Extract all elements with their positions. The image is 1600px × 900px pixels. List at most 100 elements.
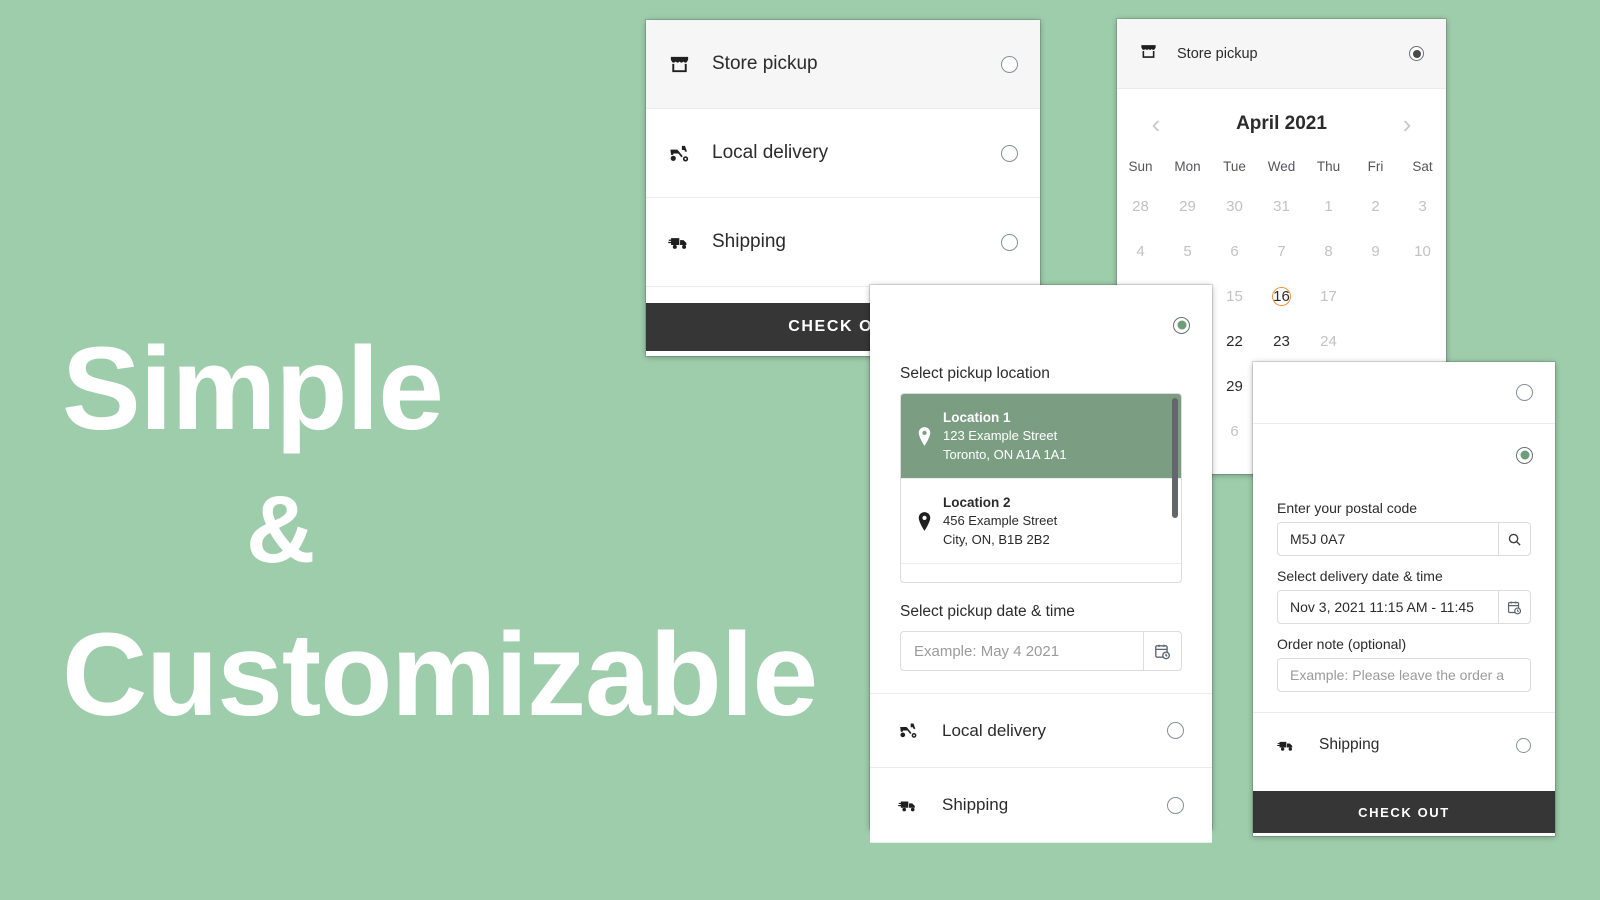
order-note-input[interactable]: Example: Please leave the order a — [1277, 658, 1531, 692]
calendar-day-cell[interactable]: 10 — [1399, 229, 1446, 274]
calendar-day-label: 17 — [1320, 287, 1337, 305]
option-radio[interactable] — [1516, 737, 1531, 753]
calendar-day-cell[interactable]: 29 — [1211, 364, 1258, 409]
calendar-day-cell[interactable]: 2 — [1352, 184, 1399, 229]
chevron-right-icon[interactable]: › — [1394, 111, 1420, 137]
option-row-store-pickup-selected[interactable]: Store pickup — [1117, 19, 1446, 89]
checkout-button[interactable]: CHECK OUT — [1253, 791, 1555, 833]
option-radio[interactable] — [1001, 233, 1018, 251]
pickup-location-list[interactable]: Location 1 123 Example Street Toronto, O… — [900, 393, 1182, 583]
delivery-datetime-value[interactable]: Nov 3, 2021 11:15 AM - 11:45 — [1278, 591, 1498, 623]
option-radio[interactable] — [1001, 144, 1018, 162]
location-street: 456 Example Street — [943, 513, 1058, 529]
option-label: Shipping — [712, 231, 786, 252]
calendar-weekday: Thu — [1316, 159, 1341, 174]
location-city: City, ON, B1B 2B2 — [943, 531, 1050, 547]
delivery-form: Enter your postal code M5J 0A7 Select de… — [1253, 486, 1555, 712]
calendar-day-cell[interactable]: 1 — [1305, 184, 1352, 229]
storefront-icon — [1139, 42, 1165, 66]
calendar-day-cell[interactable]: 6 — [1211, 229, 1258, 274]
option-row-store-pickup[interactable]: Store pickup — [646, 20, 1040, 109]
pickup-datetime-input[interactable]: Example: May 4 2021 — [900, 631, 1182, 671]
calendar-day-label: 3 — [1418, 197, 1427, 215]
option-radio[interactable] — [1001, 55, 1018, 73]
option-label: Local delivery — [712, 142, 829, 163]
calendar-day-label: 4 — [1136, 242, 1145, 260]
calendar-day-cell[interactable]: 9 — [1352, 229, 1399, 274]
truck-icon — [898, 795, 928, 816]
pickup-form: Select pickup location Location 1 123 Ex… — [870, 365, 1212, 671]
calendar-weekday: Wed — [1267, 159, 1296, 174]
calendar-day-cell[interactable]: 31 — [1258, 184, 1305, 229]
calendar-day-cell[interactable]: 8 — [1305, 229, 1352, 274]
calendar-day-cell[interactable]: 23 — [1258, 319, 1305, 364]
delivery-datetime-input[interactable]: Nov 3, 2021 11:15 AM - 11:45 — [1277, 590, 1531, 624]
calendar-weekday: Mon — [1174, 159, 1201, 174]
calendar-day-label: 24 — [1320, 332, 1337, 350]
calendar-weekday: Sun — [1128, 159, 1153, 174]
calendar-day-label: 5 — [1183, 242, 1192, 260]
calendar-day-cell[interactable]: 6 — [1211, 409, 1258, 454]
calendar-clock-icon[interactable] — [1143, 632, 1181, 670]
option-radio[interactable] — [1409, 46, 1424, 61]
option-label: Shipping — [942, 795, 1009, 814]
calendar-day-cell[interactable]: 4 — [1117, 229, 1164, 274]
calendar-day-label: 6 — [1230, 242, 1239, 260]
list-item[interactable]: Location 1 123 Example Street Toronto, O… — [901, 394, 1181, 480]
search-icon[interactable] — [1498, 523, 1530, 555]
hero-text: Simple & Customizable — [0, 330, 860, 734]
option-radio[interactable] — [1167, 722, 1184, 739]
scrollbar-thumb[interactable] — [1172, 398, 1178, 518]
calendar-day-cell[interactable]: 16 — [1258, 274, 1305, 319]
calendar-day-cell[interactable]: 15 — [1211, 274, 1258, 319]
calendar-header: ‹ April 2021 › — [1117, 89, 1446, 143]
option-radio[interactable] — [1173, 316, 1190, 334]
calendar-day-cell[interactable]: 24 — [1305, 319, 1352, 364]
order-note-label: Order note (optional) — [1277, 636, 1407, 652]
option-row-local-delivery-selected[interactable] — [1253, 424, 1555, 486]
list-item[interactable]: Location 2 456 Example Street City, ON, … — [901, 479, 1181, 565]
calendar-day-cell[interactable]: 5 — [1164, 229, 1211, 274]
location-text: Location 2 456 Example Street City, ON, … — [943, 493, 1165, 549]
option-row-local-delivery[interactable]: Local delivery — [870, 693, 1212, 768]
option-label: Shipping — [1319, 736, 1380, 753]
local-delivery-card: Enter your postal code M5J 0A7 Select de… — [1253, 362, 1555, 836]
card-spacer — [1253, 777, 1555, 791]
calendar-day-cell[interactable]: 30 — [1211, 184, 1258, 229]
order-note-value[interactable]: Example: Please leave the order a — [1278, 659, 1530, 691]
calendar-day-cell[interactable]: 7 — [1258, 229, 1305, 274]
calendar-month-title: April 2021 — [1236, 113, 1327, 134]
calendar-clock-icon[interactable] — [1498, 591, 1530, 623]
calendar-day-cell[interactable]: 17 — [1305, 274, 1352, 319]
calendar-day-label: 7 — [1277, 242, 1286, 260]
calendar-day-label: 2 — [1371, 197, 1380, 215]
option-row-shipping[interactable]: Shipping — [870, 768, 1212, 843]
postal-code-input[interactable]: M5J 0A7 — [1277, 522, 1531, 556]
list-item[interactable]: Windsor — [901, 564, 1181, 582]
option-row-local-delivery[interactable]: Local delivery — [646, 109, 1040, 198]
calendar-day-cell — [1399, 274, 1446, 319]
option-radio[interactable] — [1516, 446, 1533, 464]
hero-line-2: & — [246, 476, 316, 583]
calendar-day-cell[interactable]: 29 — [1164, 184, 1211, 229]
location-text: Location 1 123 Example Street Toronto, O… — [943, 408, 1165, 464]
calendar-weekday: Sat — [1412, 159, 1433, 174]
pickup-location-label: Select pickup location — [900, 365, 1050, 382]
calendar-day-label: 6 — [1230, 422, 1239, 440]
calendar-day-label: 22 — [1226, 332, 1243, 350]
pickup-datetime-value[interactable]: Example: May 4 2021 — [901, 632, 1143, 670]
calendar-day-cell[interactable]: 3 — [1399, 184, 1446, 229]
calendar-day-label: 10 — [1414, 242, 1431, 260]
postal-code-value[interactable]: M5J 0A7 — [1278, 523, 1498, 555]
chevron-left-icon[interactable]: ‹ — [1143, 111, 1169, 137]
delivery-datetime-label: Select delivery date & time — [1277, 568, 1443, 584]
option-radio[interactable] — [1516, 384, 1533, 401]
pickup-datetime-label: Select pickup date & time — [900, 603, 1075, 620]
option-row-store-pickup[interactable] — [1253, 362, 1555, 424]
option-row-shipping[interactable]: Shipping — [646, 198, 1040, 287]
option-row-store-pickup-selected[interactable] — [870, 285, 1212, 365]
calendar-day-cell[interactable]: 22 — [1211, 319, 1258, 364]
option-row-shipping[interactable]: Shipping — [1253, 713, 1555, 777]
calendar-day-cell[interactable]: 28 — [1117, 184, 1164, 229]
option-radio[interactable] — [1167, 796, 1184, 814]
